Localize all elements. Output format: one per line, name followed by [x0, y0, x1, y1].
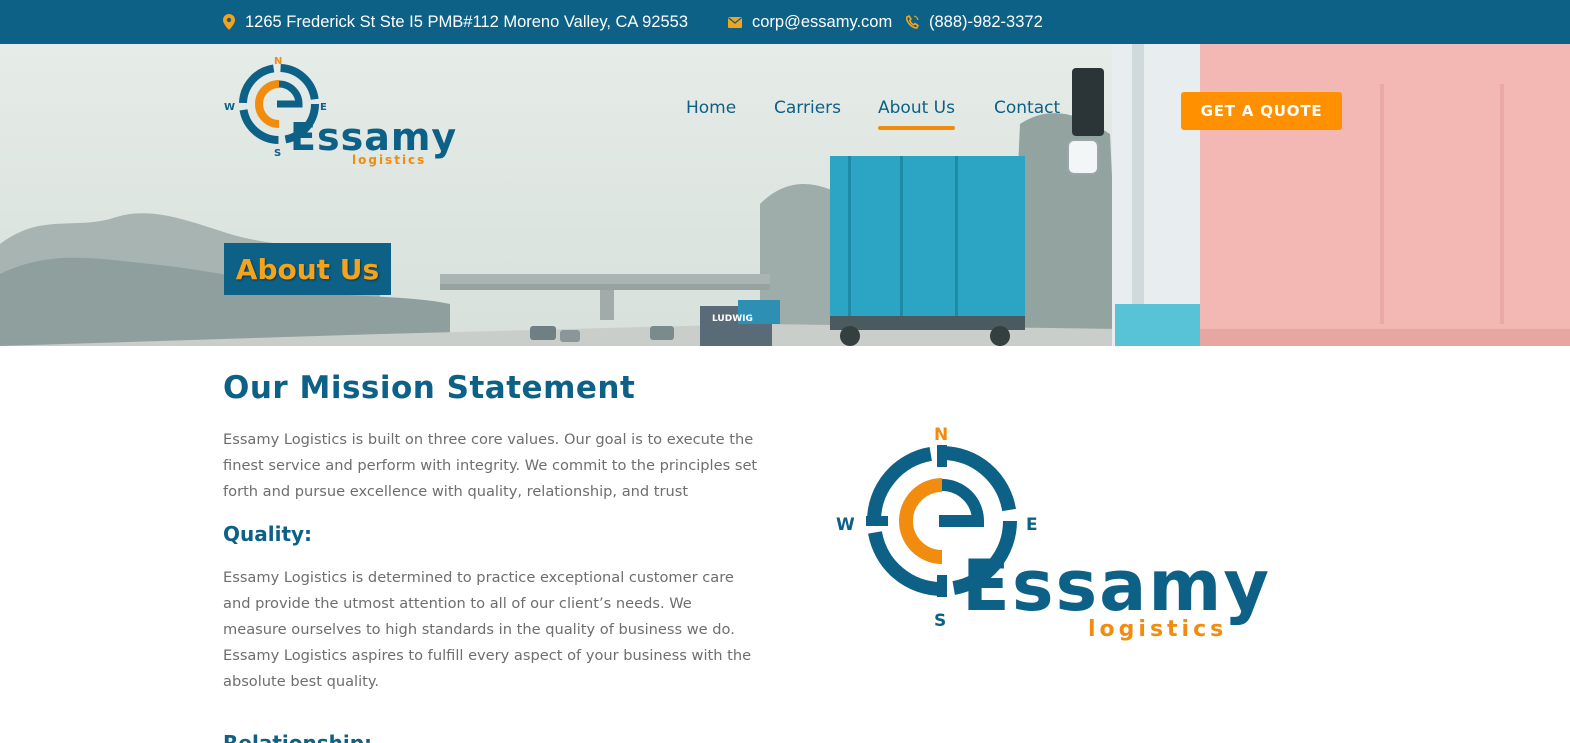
- email-link[interactable]: corp@essamy.com: [752, 13, 892, 32]
- address-text: 1265 Frederick St Ste I5 PMB#112 Moreno …: [245, 12, 688, 31]
- mission-text: Essamy Logistics is built on three core …: [223, 431, 758, 500]
- hero-banner: LUDWIG N W E S Essamy logistics: [0, 44, 1570, 346]
- nav-contact[interactable]: Contact: [994, 98, 1060, 118]
- phone-icon: [906, 15, 919, 29]
- envelope-icon: [728, 16, 742, 28]
- compass-n: N: [274, 56, 282, 67]
- email-info[interactable]: corp@essamy.com: [728, 0, 892, 44]
- big-logo-wordmark: Essamy: [962, 545, 1271, 627]
- essamy-logo-large: N W E S Essamy logistics: [836, 425, 1271, 642]
- big-compass-n: N: [934, 425, 948, 445]
- map-pin-icon: [223, 14, 235, 30]
- essamy-logo[interactable]: N W E S Essamy logistics: [222, 52, 472, 172]
- phone-link[interactable]: (888)-982-3372: [929, 13, 1043, 32]
- big-logo-tagline: logistics: [1088, 617, 1227, 642]
- logo-tagline: logistics: [352, 153, 426, 167]
- big-compass-e: E: [1026, 515, 1038, 535]
- mission-heading: Our Mission Statement: [223, 370, 636, 406]
- relationship-heading: Relationship:: [223, 731, 373, 743]
- nav-about-us[interactable]: About Us: [878, 98, 955, 130]
- address-info: 1265 Frederick St Ste I5 PMB#112 Moreno …: [223, 0, 688, 44]
- compass-w: W: [224, 102, 235, 113]
- compass-s: S: [274, 148, 281, 159]
- big-compass-w: W: [836, 515, 855, 535]
- truck-lettering: LUDWIG: [712, 314, 753, 324]
- phone-info[interactable]: (888)-982-3372: [906, 0, 1043, 44]
- page-title: About Us: [224, 243, 391, 295]
- nav-home[interactable]: Home: [686, 98, 736, 118]
- nav-carriers[interactable]: Carriers: [774, 98, 841, 118]
- top-info-bar: 1265 Frederick St Ste I5 PMB#112 Moreno …: [0, 0, 1570, 44]
- get-a-quote-button[interactable]: GET A QUOTE: [1181, 92, 1342, 130]
- quality-heading: Quality:: [223, 522, 313, 546]
- big-compass-s: S: [934, 611, 946, 631]
- quality-text: Essamy Logistics is determined to practi…: [223, 569, 752, 690]
- compass-e: E: [320, 102, 327, 113]
